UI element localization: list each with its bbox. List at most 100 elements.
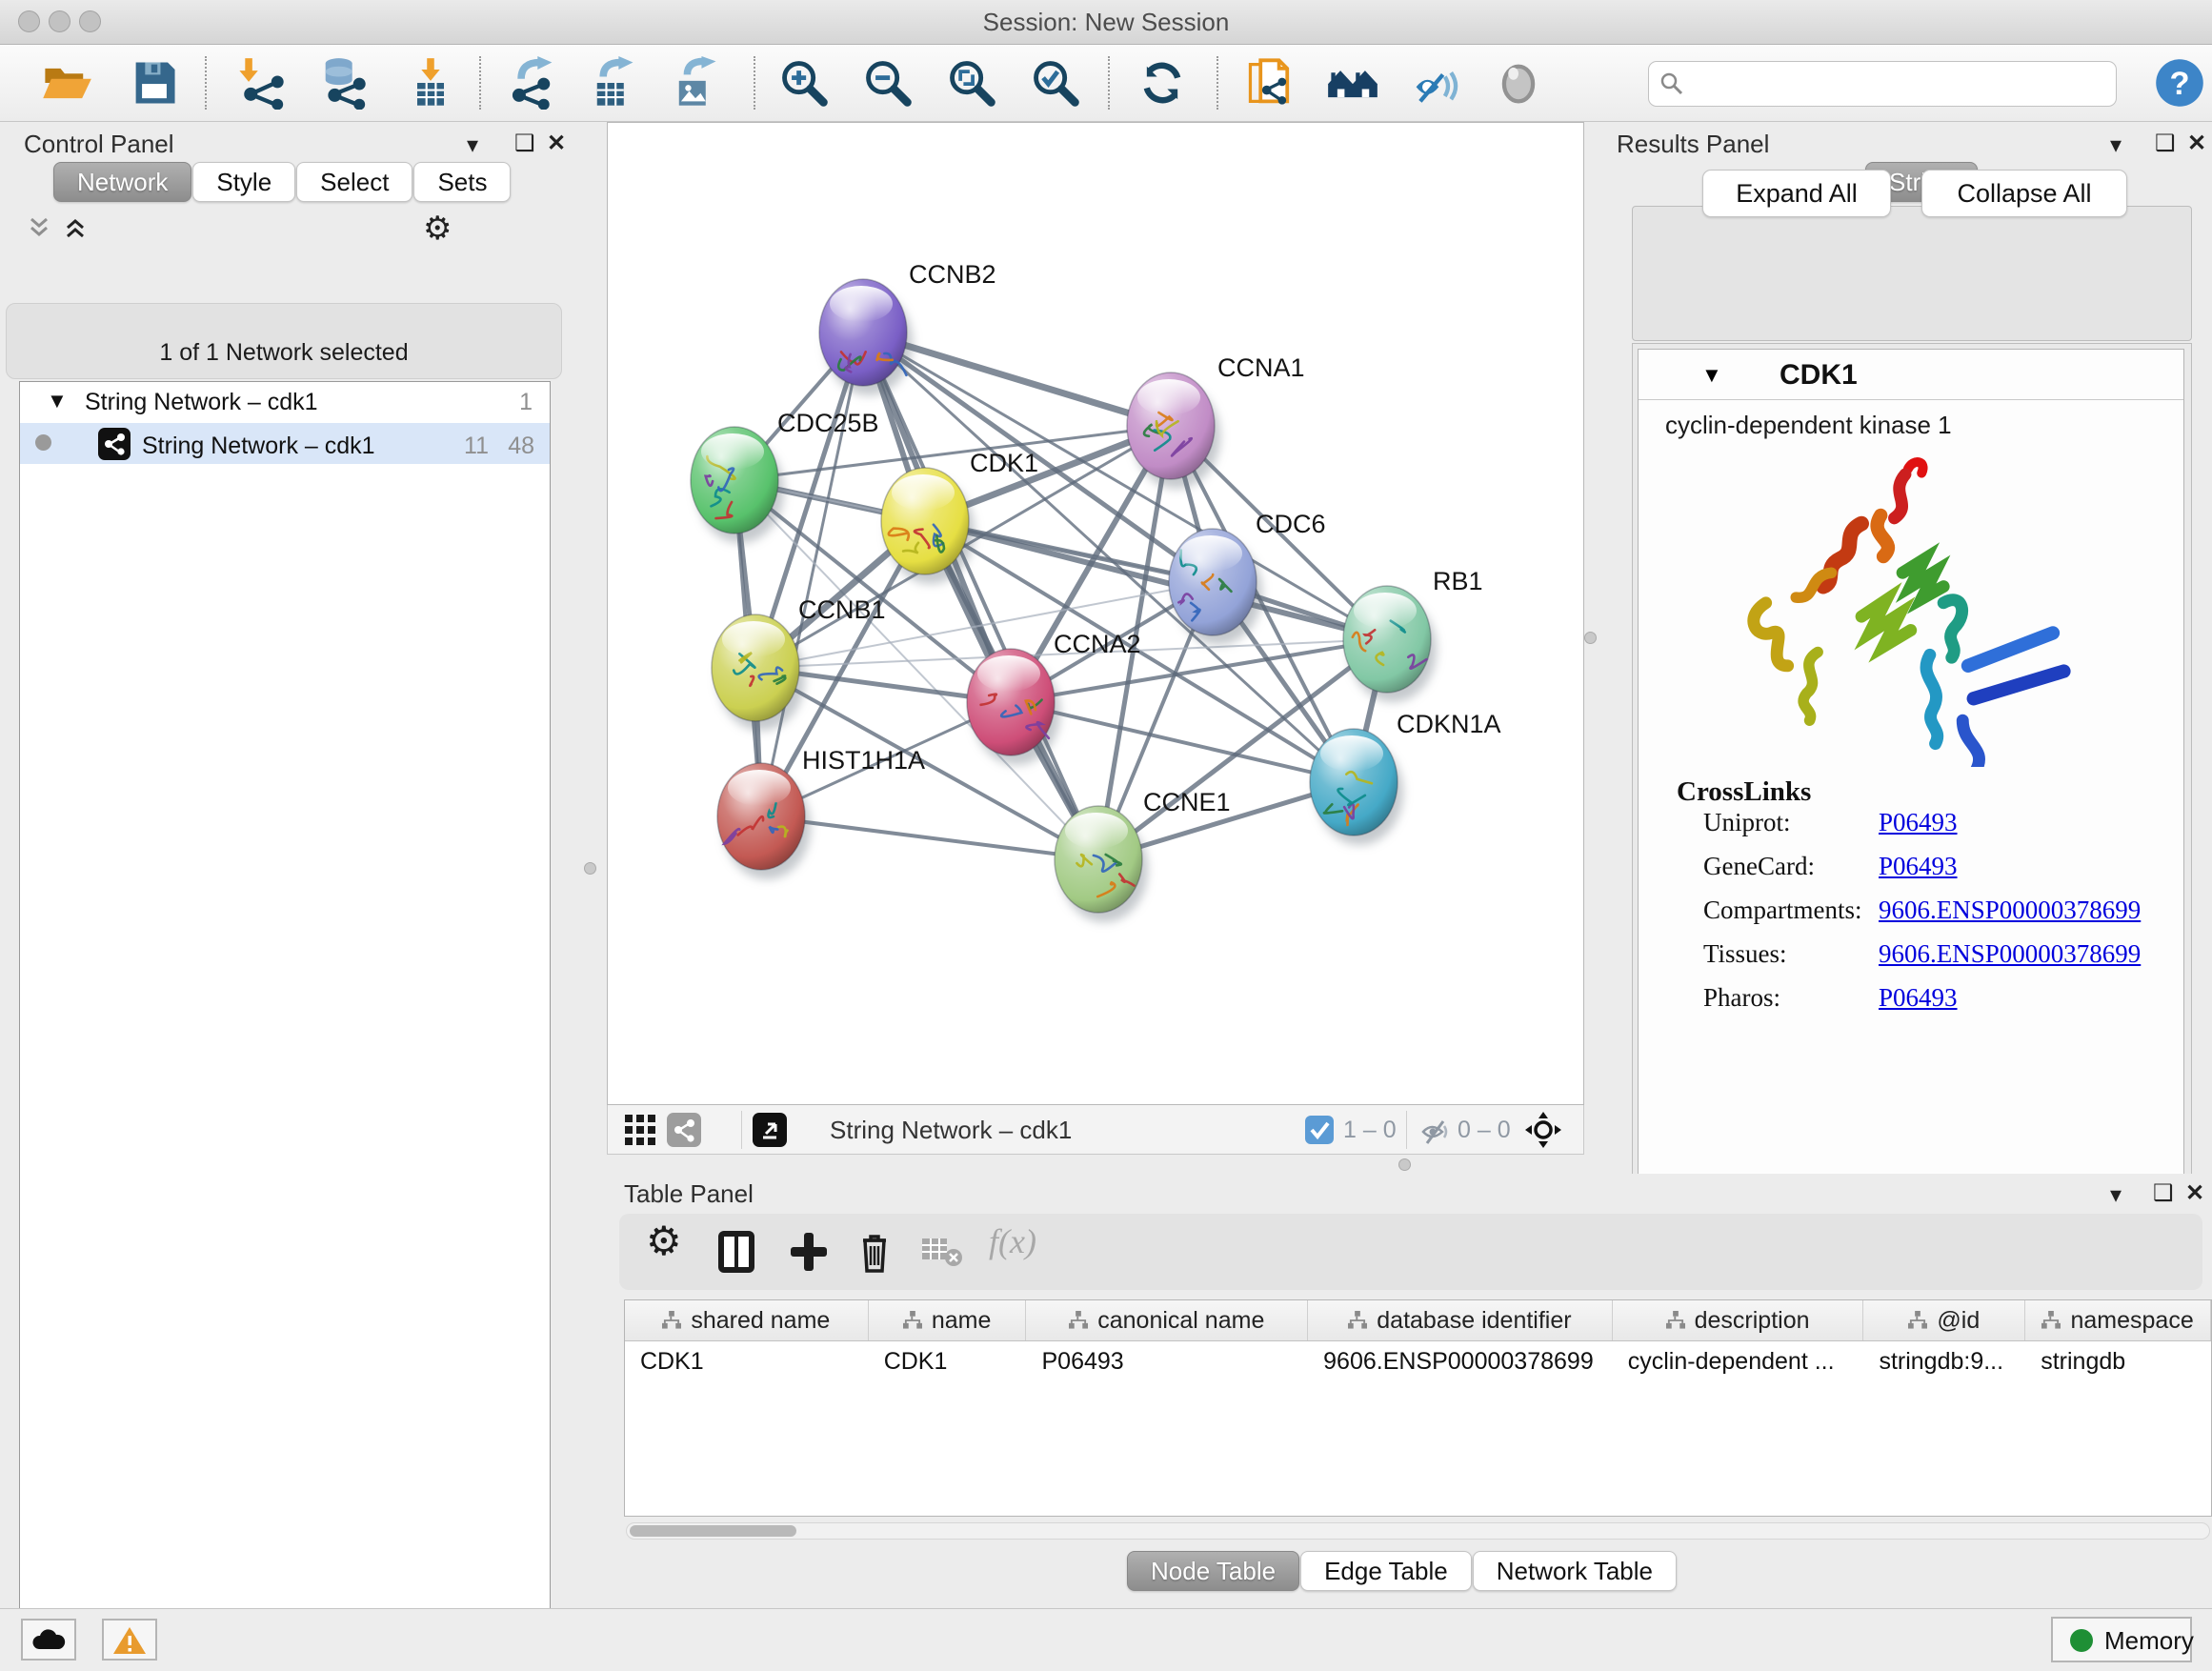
collapse-all-icon[interactable] — [25, 213, 53, 247]
warning-status-button[interactable] — [102, 1619, 157, 1661]
tab-network-table[interactable]: Network Table — [1473, 1551, 1677, 1591]
export-network-icon[interactable] — [507, 56, 560, 110]
network-edge[interactable] — [1011, 702, 1354, 782]
panel-close-icon[interactable]: ✕ — [2185, 1179, 2204, 1207]
hidden-eye-icon[interactable] — [1419, 1115, 1452, 1152]
tab-select[interactable]: Select — [296, 162, 412, 202]
panel-float-icon[interactable]: ❑ — [2153, 1179, 2174, 1207]
toolbar-separator — [741, 1111, 742, 1149]
grid-view-icon[interactable] — [623, 1113, 657, 1152]
column-header-label: namespace — [2070, 1307, 2193, 1335]
import-table-file-icon[interactable] — [404, 56, 457, 110]
network-share-icon[interactable] — [667, 1113, 701, 1152]
column-header-description[interactable]: description — [1613, 1300, 1864, 1340]
tab-sets[interactable]: Sets — [413, 162, 511, 202]
crosslink-link[interactable]: P06493 — [1879, 852, 1958, 881]
zoom-fit-icon[interactable] — [945, 56, 998, 110]
table-cell[interactable]: CDK1 — [625, 1341, 869, 1381]
column-header-id[interactable]: @id — [1863, 1300, 2025, 1340]
panel-menu-icon[interactable]: ▾ — [467, 131, 478, 159]
expand-all-button[interactable]: Expand All — [1702, 170, 1891, 217]
refresh-icon[interactable] — [1136, 56, 1189, 110]
table-hscrollbar[interactable] — [626, 1522, 2210, 1540]
network-node-cdc6[interactable]: CDC6 — [1169, 510, 1326, 645]
crosslink-link[interactable]: 9606.ENSP00000378699 — [1879, 939, 2141, 969]
network-view-toolbar: String Network – cdk1 1 – 0 0 – 0 — [607, 1105, 1584, 1155]
column-header-canonical-name[interactable]: canonical name — [1026, 1300, 1308, 1340]
search-input[interactable] — [1693, 66, 2106, 100]
column-header-namespace[interactable]: namespace — [2025, 1300, 2211, 1340]
table-cell[interactable]: stringdb:9... — [1863, 1341, 2025, 1381]
panel-menu-icon[interactable]: ▾ — [2110, 1181, 2122, 1209]
network-node-rb1[interactable]: RB1 — [1343, 567, 1483, 702]
show-columns-icon[interactable] — [714, 1227, 758, 1281]
open-session-icon[interactable] — [40, 56, 93, 110]
panel-float-icon[interactable]: ❑ — [514, 130, 535, 157]
selected-checkbox-icon[interactable] — [1305, 1116, 1334, 1149]
collapse-all-button[interactable]: Collapse All — [1921, 170, 2127, 217]
gene-collapse-icon[interactable]: ▼ — [1701, 363, 1722, 388]
network-row-selected[interactable]: String Network – cdk1 11 48 — [20, 423, 550, 464]
export-image-icon[interactable] — [669, 56, 722, 110]
tab-style[interactable]: Style — [192, 162, 295, 202]
column-header-database-identifier[interactable]: database identifier — [1308, 1300, 1613, 1340]
string-import-icon[interactable] — [1244, 56, 1297, 110]
crosslink-link[interactable]: 9606.ENSP00000378699 — [1879, 896, 2141, 925]
table-cell[interactable]: 9606.ENSP00000378699 — [1308, 1341, 1613, 1381]
splitter-handle[interactable] — [1398, 1158, 1411, 1171]
table-hscroll-thumb[interactable] — [630, 1525, 796, 1537]
node-label: CCNA2 — [1054, 630, 1141, 658]
table-cell[interactable]: P06493 — [1027, 1341, 1309, 1381]
splitter-handle[interactable] — [1584, 632, 1597, 644]
column-header-shared-name[interactable]: shared name — [625, 1300, 869, 1340]
delete-column-icon[interactable] — [855, 1227, 894, 1281]
memory-button[interactable]: Memory — [2051, 1617, 2192, 1662]
birds-eye-view-icon[interactable] — [1524, 1111, 1562, 1154]
window-title: Session: New Session — [0, 8, 2212, 37]
table-settings-gear-icon[interactable]: ⚙ — [646, 1218, 682, 1264]
main-toolbar: ? — [0, 45, 2212, 122]
zoom-selected-icon[interactable] — [1029, 56, 1082, 110]
network-node-hist1h1a[interactable]: HIST1H1A — [717, 746, 925, 879]
table-row[interactable]: CDK1CDK1P064939606.ENSP00000378699cyclin… — [625, 1341, 2211, 1381]
open-in-new-window-icon[interactable] — [753, 1113, 787, 1152]
import-network-database-icon[interactable] — [316, 56, 370, 110]
string-highlight-icon[interactable] — [1408, 56, 1461, 110]
crosslink-link[interactable]: P06493 — [1879, 983, 1958, 1013]
column-header-name[interactable]: name — [869, 1300, 1027, 1340]
save-session-icon[interactable] — [128, 56, 181, 110]
network-view-canvas[interactable]: CCNB2CCNA1CDC25BCDK1CDC6RB1CCNB1CCNA2CDK… — [607, 122, 1584, 1105]
panel-menu-icon[interactable]: ▾ — [2110, 131, 2122, 159]
table-cell[interactable]: CDK1 — [869, 1341, 1027, 1381]
tab-node-table[interactable]: Node Table — [1127, 1551, 1299, 1591]
panel-close-icon[interactable]: ✕ — [547, 130, 566, 157]
export-table-icon[interactable] — [587, 56, 640, 110]
gene-card-header[interactable]: ▼ CDK1 — [1639, 350, 2183, 400]
panel-float-icon[interactable]: ❑ — [2155, 130, 2176, 157]
glass-ball-effect-icon[interactable] — [1492, 56, 1545, 110]
network-node-ccne1[interactable]: CCNE1 — [1055, 788, 1231, 922]
splitter-handle[interactable] — [584, 862, 596, 875]
zoom-in-icon[interactable] — [777, 56, 831, 110]
crosslink-link[interactable]: P06493 — [1879, 808, 1958, 837]
tab-edge-table[interactable]: Edge Table — [1300, 1551, 1472, 1591]
network-edge[interactable] — [863, 332, 1098, 859]
network-options-gear-icon[interactable]: ⚙ — [423, 210, 452, 248]
cloud-status-button[interactable] — [21, 1619, 76, 1661]
string-home-icon[interactable] — [1326, 56, 1379, 110]
collection-expand-icon[interactable]: ▼ — [47, 389, 68, 413]
table-cell[interactable]: stringdb — [2025, 1341, 2211, 1381]
network-edge[interactable] — [761, 332, 863, 816]
panel-close-icon[interactable]: ✕ — [2187, 130, 2206, 157]
network-edge[interactable] — [761, 816, 1098, 859]
import-network-file-icon[interactable] — [234, 56, 288, 110]
tab-network[interactable]: Network — [53, 162, 191, 202]
create-column-icon[interactable] — [787, 1227, 831, 1281]
table-cell[interactable]: cyclin-dependent ... — [1613, 1341, 1864, 1381]
zoom-out-icon[interactable] — [861, 56, 915, 110]
expand-all-icon[interactable] — [61, 213, 90, 247]
search-field[interactable] — [1648, 61, 2117, 107]
network-node-cdkn1a[interactable]: CDKN1A — [1310, 710, 1501, 845]
help-icon[interactable]: ? — [2153, 56, 2206, 110]
network-collection-row[interactable]: ▼ String Network – cdk1 1 — [20, 382, 550, 423]
